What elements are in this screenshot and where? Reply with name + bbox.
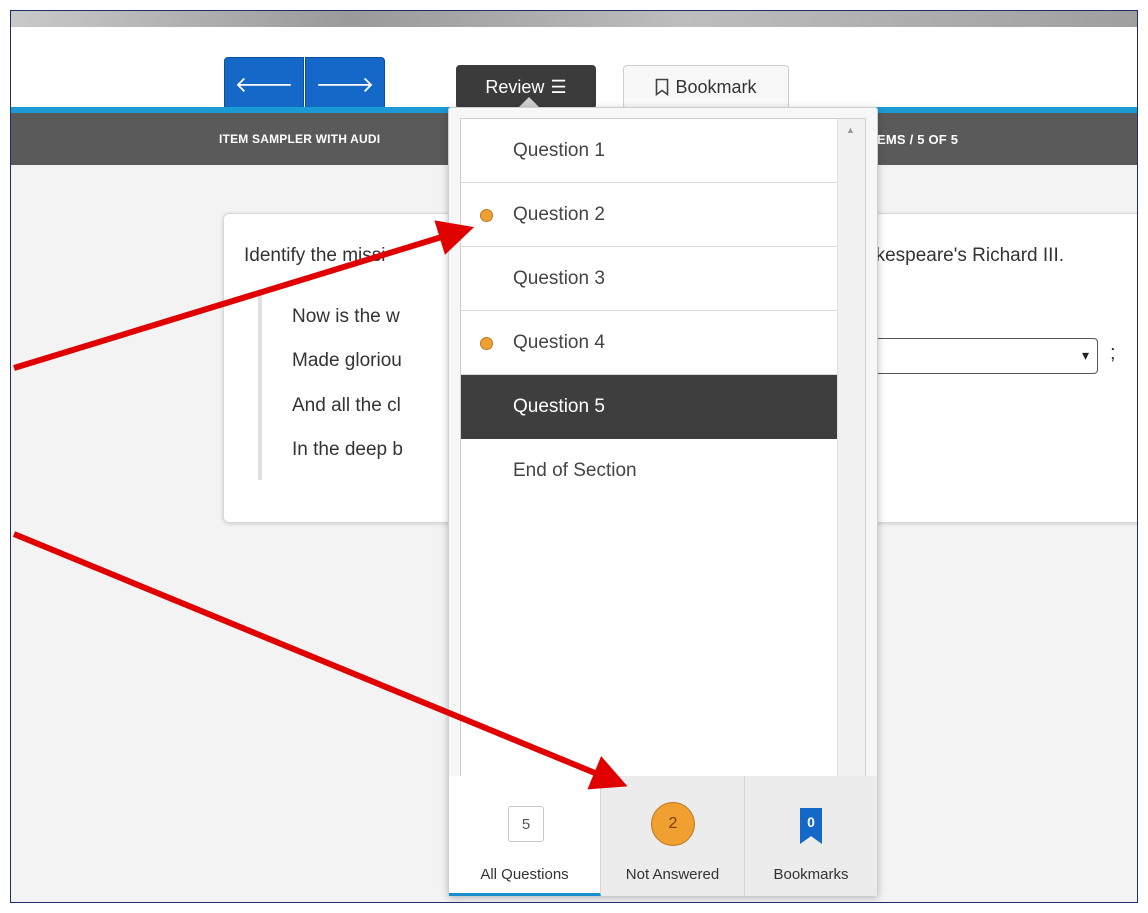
annotation-arrow-to-question-2 [13, 220, 475, 371]
annotation-arrow-to-not-answered [12, 531, 628, 790]
annotation-arrows [12, 220, 628, 790]
